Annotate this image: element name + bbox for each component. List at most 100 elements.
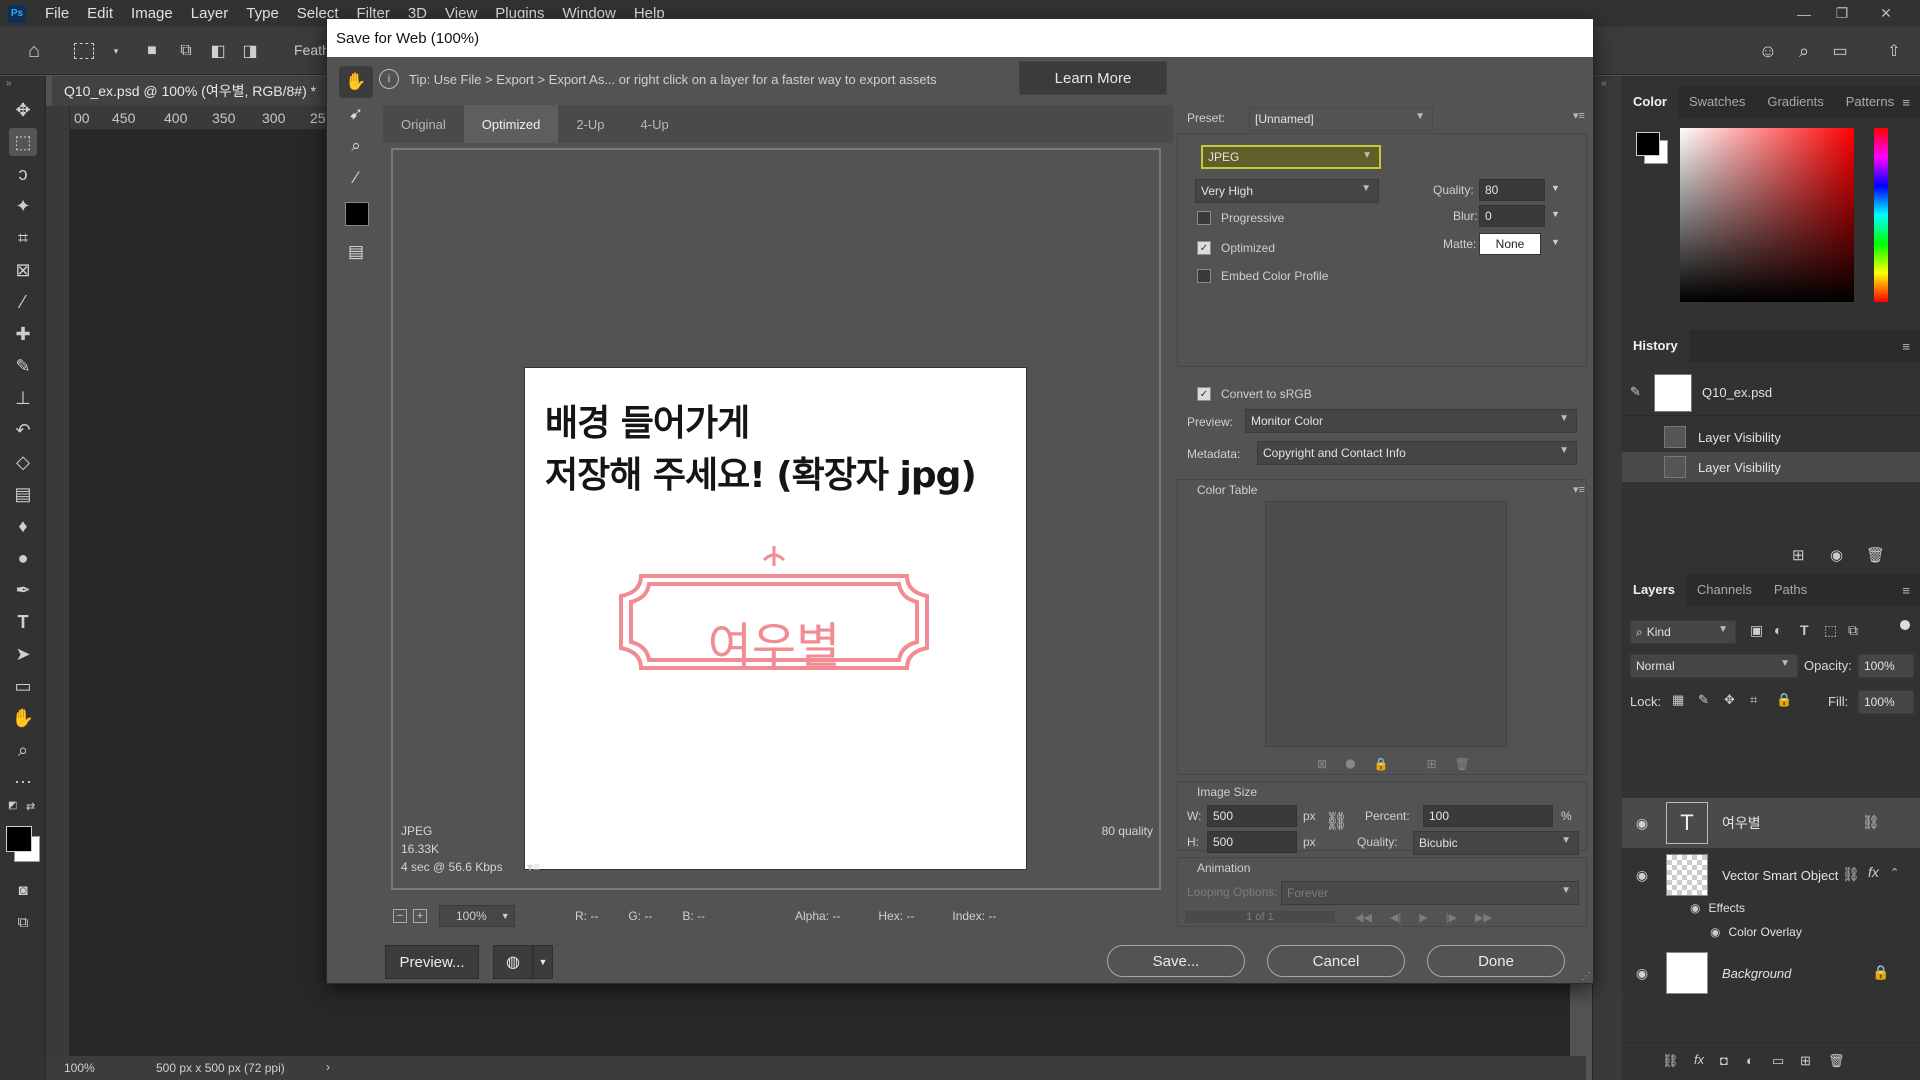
width-input[interactable]: 500	[1207, 805, 1297, 827]
path-select-icon[interactable]: ➤	[9, 640, 37, 668]
share-icon[interactable]: ⇧	[1882, 39, 1906, 63]
more-tools-icon[interactable]: ⋯	[9, 768, 37, 796]
default-colors-icon[interactable]: ◩	[8, 800, 22, 814]
lock-pixels-icon[interactable]: ✎	[1698, 692, 1709, 708]
zoom-level-select[interactable]: 100% ▼	[439, 905, 515, 927]
resample-quality-select[interactable]: Bicubic ▼	[1413, 831, 1579, 855]
add-selection-icon[interactable]: ⧉	[174, 39, 198, 63]
layer-effects[interactable]: ◉ Effects	[1622, 896, 1920, 920]
shape-filter-icon[interactable]: ⬚	[1824, 622, 1837, 639]
download-speed-menu-icon[interactable]: ▾≡	[527, 860, 540, 874]
eye-icon[interactable]: ◉	[1690, 901, 1700, 915]
search-icon[interactable]: ⌕	[1792, 39, 1816, 63]
hand-tool-icon[interactable]: ✋	[9, 704, 37, 732]
quality-input[interactable]: 80	[1479, 179, 1545, 201]
status-arrow-icon[interactable]: ›	[326, 1060, 330, 1074]
tab-paths[interactable]: Paths	[1763, 574, 1818, 606]
first-frame-icon[interactable]: ◀◀	[1355, 911, 1372, 924]
close-icon[interactable]: ✕	[1866, 0, 1906, 27]
cancel-button[interactable]: Cancel	[1267, 945, 1405, 977]
chevron-up-icon[interactable]: ⌃	[1890, 866, 1899, 879]
chevron-down-icon[interactable]: ▼	[533, 945, 553, 979]
history-brush-icon[interactable]: ↶	[9, 416, 37, 444]
layer-smart-object[interactable]: ◉ Vector Smart Object ⛓ fx ⌃	[1622, 850, 1920, 900]
tab-patterns[interactable]: Patterns	[1835, 86, 1905, 118]
zoom-out-icon[interactable]: −	[393, 909, 407, 923]
stamp-tool-icon[interactable]: ⊥	[9, 384, 37, 412]
lock-color-icon[interactable]: 🔒	[1374, 757, 1407, 771]
adjustment-layer-icon[interactable]: ◐	[1746, 1053, 1754, 1068]
group-icon[interactable]: ▭	[1772, 1053, 1784, 1069]
learn-more-button[interactable]: Learn More	[1019, 61, 1167, 95]
magic-wand-tool-icon[interactable]: ✦	[9, 192, 37, 220]
fx-icon[interactable]: fx	[1868, 864, 1879, 880]
tab-gradients[interactable]: Gradients	[1756, 86, 1834, 118]
layer-background[interactable]: ◉ Background 🔒	[1622, 948, 1920, 998]
matte-swatch[interactable]: None	[1479, 233, 1541, 255]
menu-type[interactable]: Type	[237, 5, 288, 22]
layer-text[interactable]: ◉ T 여우별 ⛓	[1622, 798, 1920, 848]
screen-mode-icon[interactable]: ⧉	[9, 908, 37, 936]
tab-original[interactable]: Original	[383, 105, 464, 143]
slice-select-tool-icon[interactable]: ➹	[339, 98, 373, 130]
type-filter-icon[interactable]: T	[1800, 622, 1809, 638]
smart-object-filter-icon[interactable]: ⧉	[1848, 622, 1858, 639]
tab-swatches[interactable]: Swatches	[1678, 86, 1756, 118]
blur-tool-icon[interactable]: ♦	[9, 512, 37, 540]
foreground-color-swatch[interactable]	[6, 826, 32, 852]
map-to-transparent-icon[interactable]: ⊠	[1317, 757, 1345, 771]
new-color-icon[interactable]: ⊞	[1427, 757, 1455, 771]
history-snapshot[interactable]: ✎ Q10_ex.psd	[1622, 370, 1920, 416]
trash-icon[interactable]: 🗑	[1455, 757, 1488, 771]
tab-layers[interactable]: Layers	[1622, 574, 1686, 606]
layer-filter-kind[interactable]: ⌕ Kind ▼	[1630, 620, 1736, 644]
tab-optimized[interactable]: Optimized	[463, 105, 559, 143]
new-document-from-state-icon[interactable]: ⊞	[1792, 546, 1805, 564]
play-icon[interactable]: ▶	[1419, 911, 1427, 924]
lock-artboard-icon[interactable]: ⌗	[1750, 692, 1757, 708]
minimize-icon[interactable]: —	[1784, 0, 1824, 27]
zoom-tool-icon[interactable]: ⌕	[9, 736, 37, 764]
menu-edit[interactable]: Edit	[78, 5, 122, 22]
chevron-down-icon[interactable]: ▼	[1551, 183, 1560, 193]
eyedropper-color-swatch[interactable]	[345, 202, 369, 226]
shift-web-palette-icon[interactable]: ⬢	[1345, 757, 1373, 771]
previous-frame-icon[interactable]: ◀|	[1390, 911, 1401, 924]
eraser-tool-icon[interactable]: ◇	[9, 448, 37, 476]
eye-icon[interactable]: ◉	[1632, 965, 1652, 982]
constrain-proportions-icon[interactable]: ⛓	[1325, 811, 1348, 832]
tab-history[interactable]: History	[1622, 330, 1689, 362]
hand-tool-icon[interactable]: ✋	[339, 66, 373, 98]
lock-transparent-icon[interactable]: ▦	[1672, 692, 1684, 708]
zoom-tool-icon[interactable]: ⌕	[339, 130, 373, 162]
chevron-down-icon[interactable]: ▾	[104, 39, 128, 63]
type-tool-icon[interactable]: T	[9, 608, 37, 636]
link-layers-icon[interactable]: ⛓	[1662, 1053, 1679, 1069]
new-layer-icon[interactable]: ⊞	[1800, 1053, 1811, 1069]
panel-menu-icon[interactable]: ≡	[1902, 95, 1910, 110]
pixel-filter-icon[interactable]: ▣	[1750, 622, 1763, 639]
frame-tool-icon[interactable]: ⊠	[9, 256, 37, 284]
resize-grip-icon[interactable]: ⋰	[1581, 971, 1591, 982]
chevron-down-icon[interactable]: ▼	[1551, 237, 1560, 247]
filter-toggle-icon[interactable]	[1900, 620, 1910, 630]
lock-all-icon[interactable]: 🔒	[1776, 692, 1792, 708]
status-zoom[interactable]: 100%	[64, 1061, 95, 1075]
blend-mode-select[interactable]: Normal ▼	[1630, 654, 1798, 678]
trash-icon[interactable]: 🗑	[1828, 1053, 1845, 1069]
collapse-icon[interactable]: »	[6, 78, 12, 89]
new-selection-icon[interactable]: ■	[140, 39, 164, 63]
tab-color[interactable]: Color	[1622, 86, 1678, 118]
browser-preview-icon[interactable]: ◍	[493, 945, 533, 979]
history-item-active[interactable]: Layer Visibility	[1622, 452, 1920, 482]
adjustment-filter-icon[interactable]: ◐	[1774, 622, 1782, 638]
done-button[interactable]: Done	[1427, 945, 1565, 977]
panel-menu-icon[interactable]: ≡	[1902, 339, 1910, 354]
foreground-color-swatch[interactable]	[1636, 132, 1660, 156]
panel-menu-icon[interactable]: ≡	[1902, 583, 1910, 598]
subtract-selection-icon[interactable]: ◧	[206, 39, 230, 63]
preview-image[interactable]: 배경 들어가게 저장해 주세요! (확장자 jpg) 여우별	[524, 367, 1027, 870]
save-button[interactable]: Save...	[1107, 945, 1245, 977]
collapse-icon[interactable]: «	[1601, 78, 1607, 89]
marquee-tool-icon[interactable]: ⬚	[9, 128, 37, 156]
